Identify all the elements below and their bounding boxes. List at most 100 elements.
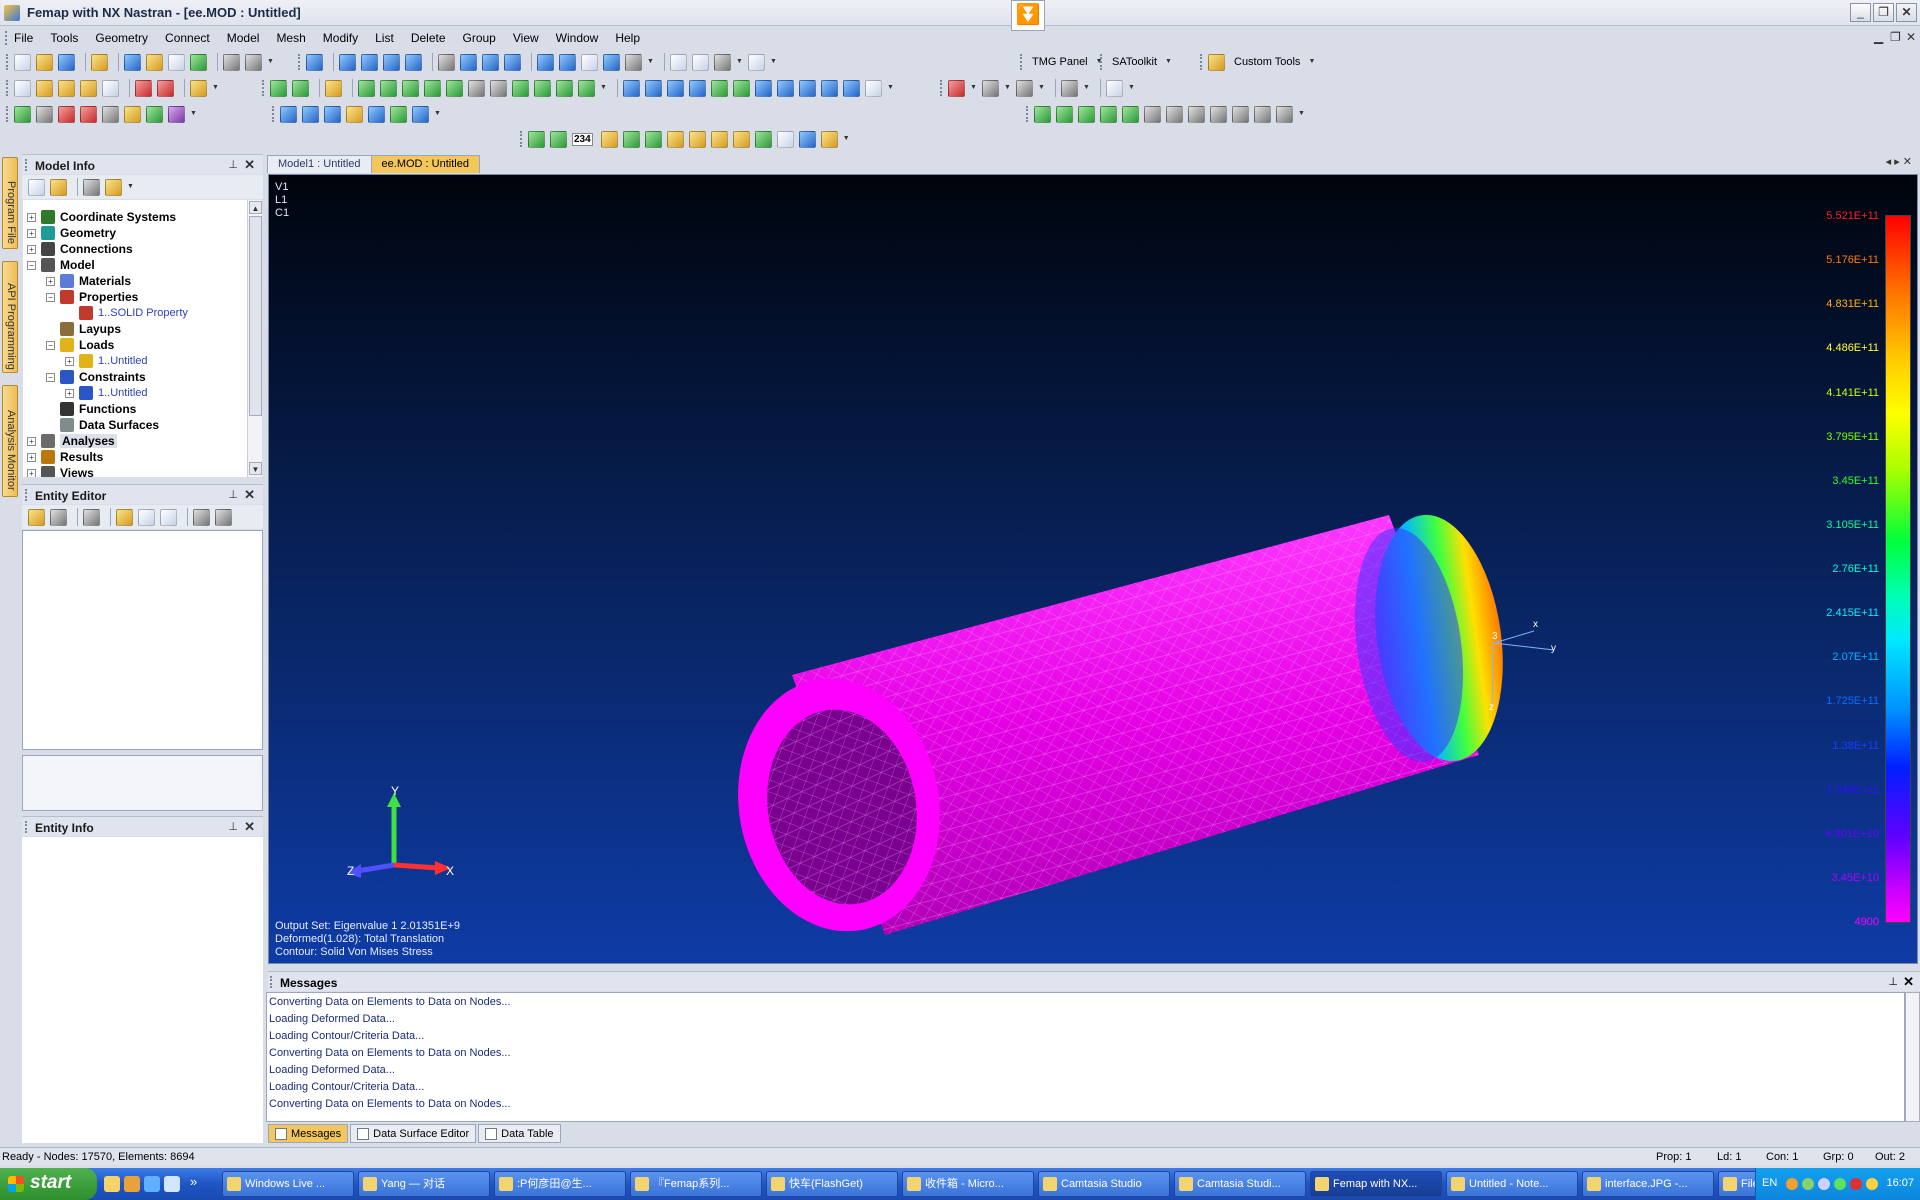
chevron-down-icon[interactable]: ▼ [1083,80,1091,96]
pencil-icon[interactable] [325,79,342,97]
quicklaunch-browser-icon[interactable] [104,1176,120,1192]
pressure-icon[interactable] [324,105,341,123]
layers-icon[interactable] [748,53,765,71]
highlight-icon[interactable] [105,178,122,196]
toolbar-grip[interactable] [1100,54,1104,70]
chevron-down-icon[interactable]: ▼ [127,179,135,195]
copy-picture-icon[interactable] [223,53,240,71]
import-entity-icon[interactable] [215,508,232,526]
toolbar-grip[interactable] [940,80,944,96]
mesh-merge-icon[interactable] [1254,105,1271,123]
menu-help[interactable]: Help [615,31,640,45]
text-icon[interactable] [666,130,684,148]
pin-icon[interactable]: ⊥ [1888,975,1898,988]
grid-icon[interactable] [689,79,706,97]
toolbar-grip[interactable] [272,106,276,122]
property-pages-icon[interactable] [160,508,177,526]
slice-icon[interactable] [534,79,551,97]
tray-antivirus-icon[interactable] [1850,1178,1862,1190]
lock-icon[interactable] [28,508,45,526]
mesh-curve-icon[interactable] [1100,105,1117,123]
property-icon[interactable] [843,79,860,97]
data-table-pane-icon[interactable] [58,79,75,97]
mesh-smooth-icon[interactable] [1210,105,1227,123]
expand-icon[interactable]: + [27,452,36,462]
rotate-icon[interactable] [460,53,477,71]
chevron-down-icon[interactable]: ▼ [1308,54,1316,70]
toolbar-grip[interactable] [262,80,266,96]
tree-item[interactable]: + Materials [46,273,131,289]
model-element-icon[interactable] [36,105,53,123]
view-rotate-icon[interactable] [306,53,323,71]
mesh-check-icon[interactable] [1232,105,1249,123]
material-icon[interactable] [58,105,75,123]
toolbar-grip[interactable] [6,80,10,96]
pin-icon[interactable]: ⊥ [228,820,238,833]
menu-modify[interactable]: Modify [323,31,358,45]
menu-delete[interactable]: Delete [411,31,446,45]
export-entity-icon[interactable] [193,508,210,526]
toolbar-grip[interactable] [520,131,524,147]
entity-editor-body[interactable] [22,530,263,750]
scroll-up-icon[interactable]: ▲ [249,201,262,214]
chevron-down-icon[interactable]: ▼ [647,54,655,70]
view-options-icon[interactable] [625,53,642,71]
scroll-thumb[interactable] [249,216,262,416]
api-icon[interactable] [157,79,174,97]
remesh-icon[interactable] [1122,105,1139,123]
displacement-icon[interactable] [368,105,385,123]
chevron-down-icon[interactable]: ▼ [1038,80,1046,96]
expand-icon[interactable]: + [65,388,74,398]
custom-tools-icon[interactable] [1208,53,1225,71]
mesh-refine-icon[interactable] [1188,105,1205,123]
cube-icon[interactable] [714,53,731,71]
pane-grip[interactable] [270,976,273,988]
taskbar-task[interactable]: Camtasia Studio [1038,1171,1170,1197]
zoom-out-icon[interactable] [559,53,576,71]
pattern-icon[interactable] [711,79,728,97]
temperature-icon[interactable] [346,105,363,123]
collapse-icon[interactable]: − [46,340,55,350]
close-icon[interactable]: ✕ [244,487,255,503]
align-left-icon[interactable] [623,79,640,97]
cleanup-icon[interactable] [578,79,595,97]
tree-item[interactable]: + Connections [27,241,133,257]
arrow-down-icon[interactable] [405,53,422,71]
export-icon[interactable] [146,53,163,71]
messages-log[interactable]: Converting Data on Elements to Data on N… [266,992,1905,1122]
model-node-icon[interactable] [14,105,31,123]
pin-icon[interactable]: ⊥ [228,158,238,171]
tab-ee-mod[interactable]: ee.MOD : Untitled [370,155,480,173]
tree-scrollbar[interactable]: ▲ ▼ [247,200,262,477]
taskbar-task[interactable]: Camtasia Studi... [1174,1171,1306,1197]
tree-item[interactable]: − Constraints [46,369,146,385]
chevron-down-icon[interactable]: ▼ [1298,106,1306,122]
chevron-down-icon[interactable]: ▼ [190,106,198,122]
body-load-icon[interactable] [390,105,407,123]
node-icon[interactable] [799,79,816,97]
side-tab-program-file[interactable]: Program File [2,157,18,249]
tree-item[interactable]: Layups [46,321,121,337]
magnify-icon[interactable] [504,53,521,71]
taskbar-task[interactable]: interface.JPG -... [1582,1171,1714,1197]
expand-icon[interactable] [412,105,429,123]
arrow-left-icon[interactable] [339,53,356,71]
tray-network-icon[interactable] [1802,1178,1814,1190]
sphere-icon[interactable] [424,79,441,97]
messages-scrollbar[interactable] [1905,992,1920,1122]
collapse-icon[interactable]: − [46,372,55,382]
expand-icon[interactable]: + [27,212,36,222]
pin-icon[interactable]: ⊥ [228,488,238,501]
revolve-icon[interactable] [402,79,419,97]
toolbar-grip[interactable] [1200,54,1204,70]
arrow-right-icon[interactable] [361,53,378,71]
toolbar-grip[interactable] [298,54,302,70]
graph-icon[interactable] [776,130,794,148]
constraint-icon[interactable] [146,105,163,123]
extrude-icon[interactable] [380,79,397,97]
block-icon[interactable] [446,79,463,97]
language-indicator[interactable]: EN [1762,1177,1777,1189]
model-info-pane-icon[interactable] [14,79,31,97]
toolbar-grip[interactable] [6,106,10,122]
femap-app-icon[interactable] [4,5,20,21]
